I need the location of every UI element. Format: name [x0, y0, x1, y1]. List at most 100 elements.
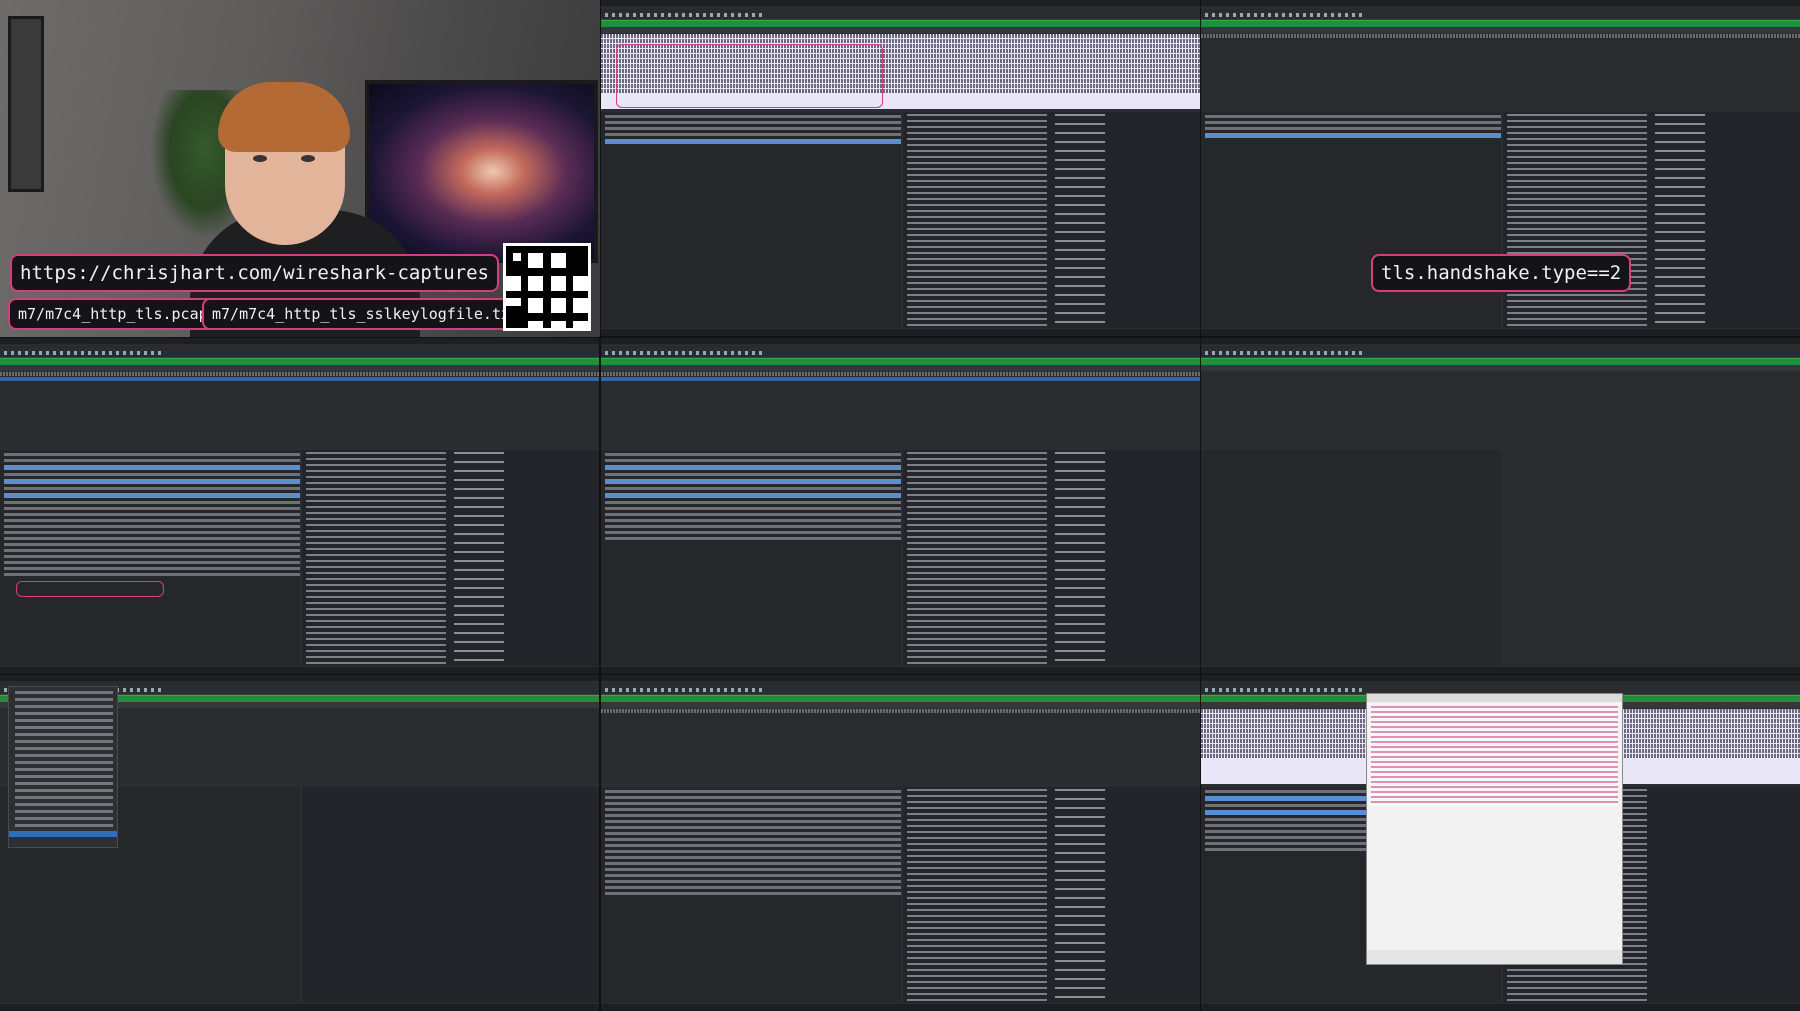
table-row[interactable] [601, 372, 1200, 376]
detail-line[interactable] [4, 525, 300, 528]
packet-bytes-pane[interactable] [1503, 450, 1800, 666]
display-filter-bar[interactable] [1201, 358, 1800, 365]
menu-item[interactable] [15, 754, 113, 757]
detail-line[interactable] [4, 453, 300, 456]
packet-details-pane[interactable] [1201, 450, 1501, 666]
detail-line[interactable] [4, 555, 300, 558]
detail-line[interactable] [605, 826, 901, 829]
packet-bytes-pane[interactable] [302, 787, 599, 1003]
display-filter-bar[interactable] [0, 358, 599, 365]
detail-line[interactable] [4, 573, 300, 576]
detail-line[interactable] [605, 832, 901, 835]
detail-line[interactable] [605, 459, 901, 462]
detail-line[interactable] [605, 856, 901, 859]
detail-line-selected[interactable] [4, 479, 300, 484]
packet-details-pane[interactable] [601, 450, 901, 666]
menu-item[interactable] [15, 733, 113, 736]
detail-line-selected[interactable] [605, 139, 901, 144]
dialog-content[interactable] [1371, 706, 1618, 806]
detail-line-selected[interactable] [605, 465, 901, 470]
main-toolbar[interactable] [601, 686, 1200, 695]
menu-item[interactable] [15, 810, 113, 813]
detail-line-selected[interactable] [605, 493, 901, 498]
detail-line-selected[interactable] [1205, 133, 1501, 138]
detail-line[interactable] [4, 567, 300, 570]
display-filter-bar[interactable] [601, 20, 1200, 27]
main-toolbar[interactable] [601, 11, 1200, 20]
detail-line[interactable] [605, 862, 901, 865]
menu-item[interactable] [15, 817, 113, 820]
detail-line[interactable] [605, 531, 901, 534]
table-row[interactable] [601, 34, 1200, 38]
detail-line[interactable] [4, 507, 300, 510]
table-row[interactable] [1201, 34, 1800, 38]
detail-line[interactable] [4, 501, 300, 504]
main-toolbar[interactable] [601, 349, 1200, 358]
detail-line[interactable] [605, 892, 901, 895]
packet-details-pane[interactable] [0, 450, 300, 666]
detail-line[interactable] [605, 519, 901, 522]
packet-list[interactable] [0, 372, 599, 447]
detail-line[interactable] [605, 501, 901, 504]
preferences-dialog[interactable] [1366, 693, 1623, 965]
detail-line[interactable] [605, 802, 901, 805]
menu-item[interactable] [15, 775, 113, 778]
detail-line[interactable] [4, 473, 300, 476]
packet-list[interactable] [601, 372, 1200, 447]
table-row[interactable] [601, 39, 1200, 43]
main-toolbar[interactable] [1201, 349, 1800, 358]
detail-line[interactable] [605, 537, 901, 540]
table-row-selected[interactable] [601, 377, 1200, 381]
menu-item[interactable] [15, 768, 113, 771]
table-row[interactable] [0, 372, 599, 376]
detail-line[interactable] [605, 886, 901, 889]
detail-line[interactable] [605, 874, 901, 877]
display-filter-bar[interactable] [1201, 20, 1800, 27]
detail-line-selected[interactable] [4, 493, 300, 498]
detail-line[interactable] [605, 820, 901, 823]
detail-line[interactable] [4, 537, 300, 540]
detail-line[interactable] [605, 513, 901, 516]
main-toolbar[interactable] [1201, 11, 1800, 20]
detail-line[interactable] [605, 880, 901, 883]
detail-line[interactable] [1205, 127, 1501, 130]
detail-line-selected[interactable] [605, 479, 901, 484]
display-filter-bar[interactable] [601, 695, 1200, 702]
menu-item[interactable] [15, 712, 113, 715]
detail-line[interactable] [605, 473, 901, 476]
detail-line[interactable] [605, 868, 901, 871]
detail-line[interactable] [1205, 121, 1501, 124]
menu-item[interactable] [15, 796, 113, 799]
detail-line[interactable] [605, 487, 901, 490]
packet-list[interactable] [601, 709, 1200, 784]
menu-item[interactable] [15, 740, 113, 743]
packet-list[interactable] [1201, 372, 1800, 447]
detail-line[interactable] [605, 525, 901, 528]
menu-item[interactable] [15, 726, 113, 729]
menu-item[interactable] [15, 719, 113, 722]
display-filter-bar[interactable] [601, 358, 1200, 365]
detail-line[interactable] [4, 561, 300, 564]
detail-line[interactable] [605, 507, 901, 510]
detail-line[interactable] [605, 790, 901, 793]
edit-menu-dropdown[interactable] [8, 686, 118, 848]
detail-line[interactable] [605, 127, 901, 130]
detail-line[interactable] [4, 519, 300, 522]
menu-item[interactable] [15, 761, 113, 764]
menu-item[interactable] [15, 803, 113, 806]
detail-line[interactable] [605, 115, 901, 118]
detail-line[interactable] [605, 838, 901, 841]
menu-item[interactable] [15, 698, 113, 701]
detail-line[interactable] [4, 487, 300, 490]
dialog-button-row[interactable] [1367, 950, 1622, 964]
detail-line[interactable] [4, 543, 300, 546]
table-row[interactable] [601, 709, 1200, 713]
detail-line[interactable] [605, 453, 901, 456]
menu-item-preferences[interactable] [9, 831, 117, 837]
detail-line[interactable] [605, 844, 901, 847]
detail-line[interactable] [605, 133, 901, 136]
detail-line[interactable] [605, 850, 901, 853]
packet-details-pane[interactable] [1201, 112, 1501, 328]
menu-item[interactable] [15, 789, 113, 792]
packet-details-pane[interactable] [601, 787, 901, 1003]
